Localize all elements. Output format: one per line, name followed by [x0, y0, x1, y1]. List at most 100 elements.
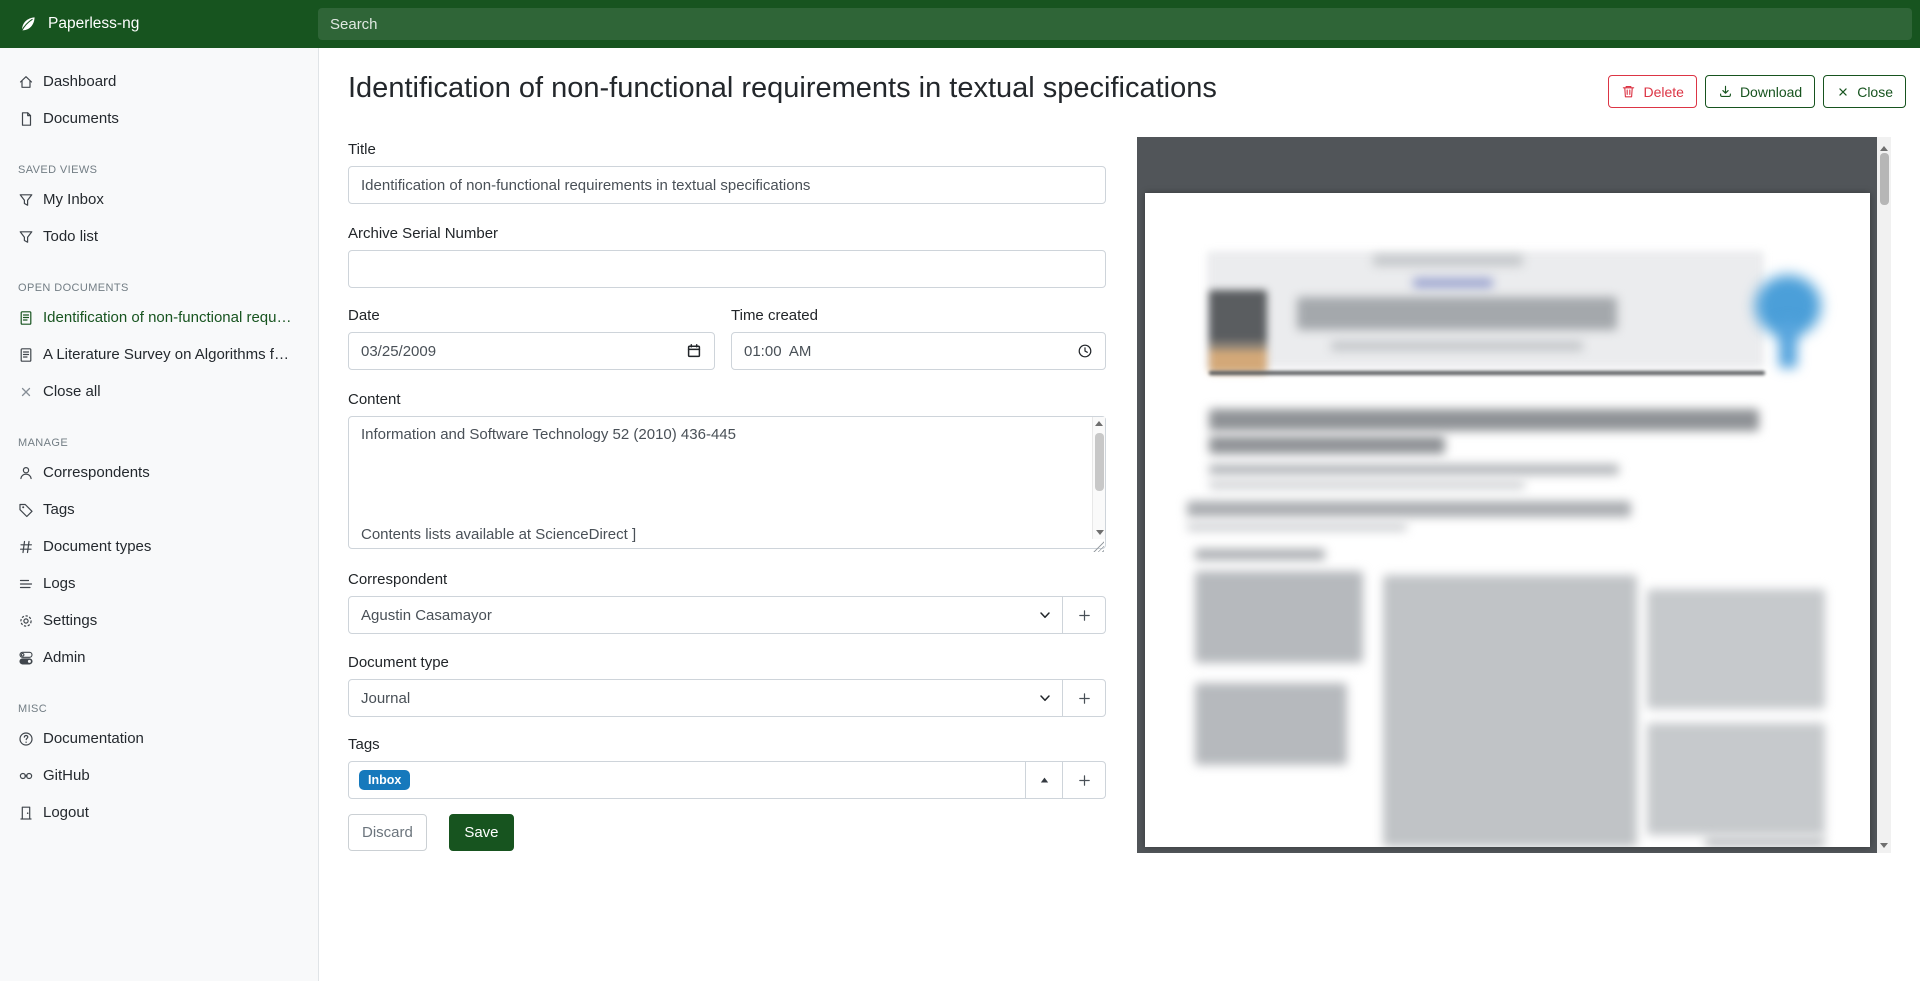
content-scrollbar[interactable]	[1092, 417, 1105, 539]
sidebar-heading-misc: MISC	[0, 701, 318, 717]
close-button[interactable]: Close	[1823, 75, 1906, 108]
time-input[interactable]: 01:00 AM	[731, 332, 1106, 370]
link-icon	[18, 768, 34, 784]
scroll-down-icon[interactable]	[1880, 843, 1888, 848]
date-input[interactable]: 03/25/2009	[348, 332, 715, 370]
pdf-journal-title	[1297, 297, 1617, 330]
scroll-up-icon[interactable]	[1095, 421, 1103, 426]
pdf-preview-pane[interactable]	[1137, 137, 1891, 853]
sidebar-item-admin[interactable]: Admin	[0, 639, 318, 676]
pdf-abstract-block	[1383, 575, 1637, 847]
file-icon	[18, 111, 34, 127]
sidebar-item-open-doc-1[interactable]: Identification of non-functional require…	[0, 299, 318, 336]
sidebar: Dashboard Documents SAVED VIEWS My Inbox…	[0, 48, 319, 981]
document-detail-view: Identification of non-functional require…	[320, 48, 1920, 981]
toggles-icon	[18, 650, 34, 666]
logout-door-icon	[18, 805, 34, 821]
content-scrollbar-thumb[interactable]	[1095, 433, 1104, 491]
preview-scrollbar[interactable]	[1877, 137, 1891, 853]
content-label: Content	[348, 391, 1106, 409]
pdf-abstract-right-2	[1647, 723, 1825, 835]
chevron-down-icon	[1038, 608, 1052, 622]
add-tag-button[interactable]	[1062, 761, 1106, 799]
field-content: Content Information and Software Technol…	[348, 391, 1106, 554]
close-icon	[18, 384, 34, 400]
sidebar-item-document-types[interactable]: Document types	[0, 528, 318, 565]
pdf-article-info-block-2	[1195, 683, 1347, 765]
sidebar-item-open-doc-2[interactable]: A Literature Survey on Algorithms for Mu…	[0, 336, 318, 373]
sidebar-item-tags[interactable]: Tags	[0, 491, 318, 528]
person-icon	[18, 465, 34, 481]
tag-icon	[18, 502, 34, 518]
tag-badge-inbox[interactable]: Inbox	[359, 770, 410, 791]
calendar-icon[interactable]	[686, 343, 702, 359]
sidebar-item-my-inbox[interactable]: My Inbox	[0, 181, 318, 218]
correspondent-label: Correspondent	[348, 571, 1106, 589]
tags-input[interactable]: Inbox	[348, 761, 1026, 799]
asn-input[interactable]	[348, 250, 1106, 288]
search-input[interactable]	[318, 8, 1912, 40]
caret-up-icon	[1038, 774, 1051, 787]
sidebar-item-logout[interactable]: Logout	[0, 794, 318, 831]
gear-icon	[18, 613, 34, 629]
sidebar-item-dashboard[interactable]: Dashboard	[0, 63, 318, 100]
document-actions: Delete Download Close	[1608, 75, 1906, 108]
sidebar-item-settings[interactable]: Settings	[0, 602, 318, 639]
pdf-footer-line	[1705, 837, 1825, 847]
content-textarea[interactable]: Information and Software Technology 52 (…	[348, 416, 1106, 549]
question-circle-icon	[18, 731, 34, 747]
add-document-type-button[interactable]	[1062, 679, 1106, 717]
page-title: Identification of non-functional require…	[348, 68, 1217, 108]
discard-button[interactable]: Discard	[348, 814, 427, 851]
delete-button[interactable]: Delete	[1608, 75, 1696, 108]
add-correspondent-button[interactable]	[1062, 596, 1106, 634]
tags-collapse-button[interactable]	[1025, 761, 1063, 799]
hash-icon	[18, 539, 34, 555]
pdf-journal-link	[1413, 278, 1493, 288]
correspondent-value: Agustin Casamayor	[361, 607, 1038, 624]
date-value: 03/25/2009	[361, 343, 686, 360]
sidebar-item-logs[interactable]: Logs	[0, 565, 318, 602]
document-type-value: Journal	[361, 690, 1038, 707]
sidebar-heading-saved-views: SAVED VIEWS	[0, 162, 318, 178]
sidebar-item-todo-list[interactable]: Todo list	[0, 218, 318, 255]
app-brand[interactable]: Paperless-ng	[0, 14, 318, 34]
file-text-icon	[18, 347, 34, 363]
scroll-up-icon[interactable]	[1880, 146, 1888, 151]
sidebar-item-correspondents[interactable]: Correspondents	[0, 454, 318, 491]
chevron-down-icon	[1038, 691, 1052, 705]
logs-icon	[18, 576, 34, 592]
field-document-type: Document type Journal	[348, 654, 1106, 717]
save-button[interactable]: Save	[449, 814, 513, 851]
correspondent-select[interactable]: Agustin Casamayor	[348, 596, 1063, 634]
preview-scrollbar-thumb[interactable]	[1880, 153, 1889, 205]
download-button[interactable]: Download	[1705, 75, 1815, 108]
title-label: Title	[348, 141, 1106, 159]
scroll-down-icon[interactable]	[1096, 530, 1104, 535]
sidebar-item-github[interactable]: GitHub	[0, 757, 318, 794]
sidebar-item-close-all[interactable]: Close all	[0, 373, 318, 410]
plus-icon	[1077, 773, 1092, 788]
form-actions: Discard Save	[348, 814, 1106, 851]
house-icon	[18, 74, 34, 90]
plus-icon	[1077, 608, 1092, 623]
document-type-select[interactable]: Journal	[348, 679, 1063, 717]
title-input[interactable]	[348, 166, 1106, 204]
field-asn: Archive Serial Number	[348, 225, 1106, 288]
sidebar-item-documentation[interactable]: Documentation	[0, 720, 318, 757]
pdf-article-info-heading	[1195, 549, 1325, 560]
clock-icon[interactable]	[1077, 343, 1093, 359]
pdf-keywords-line	[1187, 501, 1631, 517]
document-type-label: Document type	[348, 654, 1106, 672]
field-tags: Tags Inbox	[348, 736, 1106, 799]
pdf-sciencedirect-logo-trunk	[1779, 321, 1797, 368]
time-created-label: Time created	[731, 307, 1106, 325]
field-date: Date 03/25/2009	[348, 307, 715, 370]
asn-label: Archive Serial Number	[348, 225, 1106, 243]
funnel-icon	[18, 229, 34, 245]
navbar: Paperless-ng	[0, 0, 1920, 48]
pdf-article-info-block-1	[1195, 571, 1363, 663]
tags-label: Tags	[348, 736, 1106, 754]
date-label: Date	[348, 307, 715, 325]
sidebar-item-documents[interactable]: Documents	[0, 100, 318, 137]
